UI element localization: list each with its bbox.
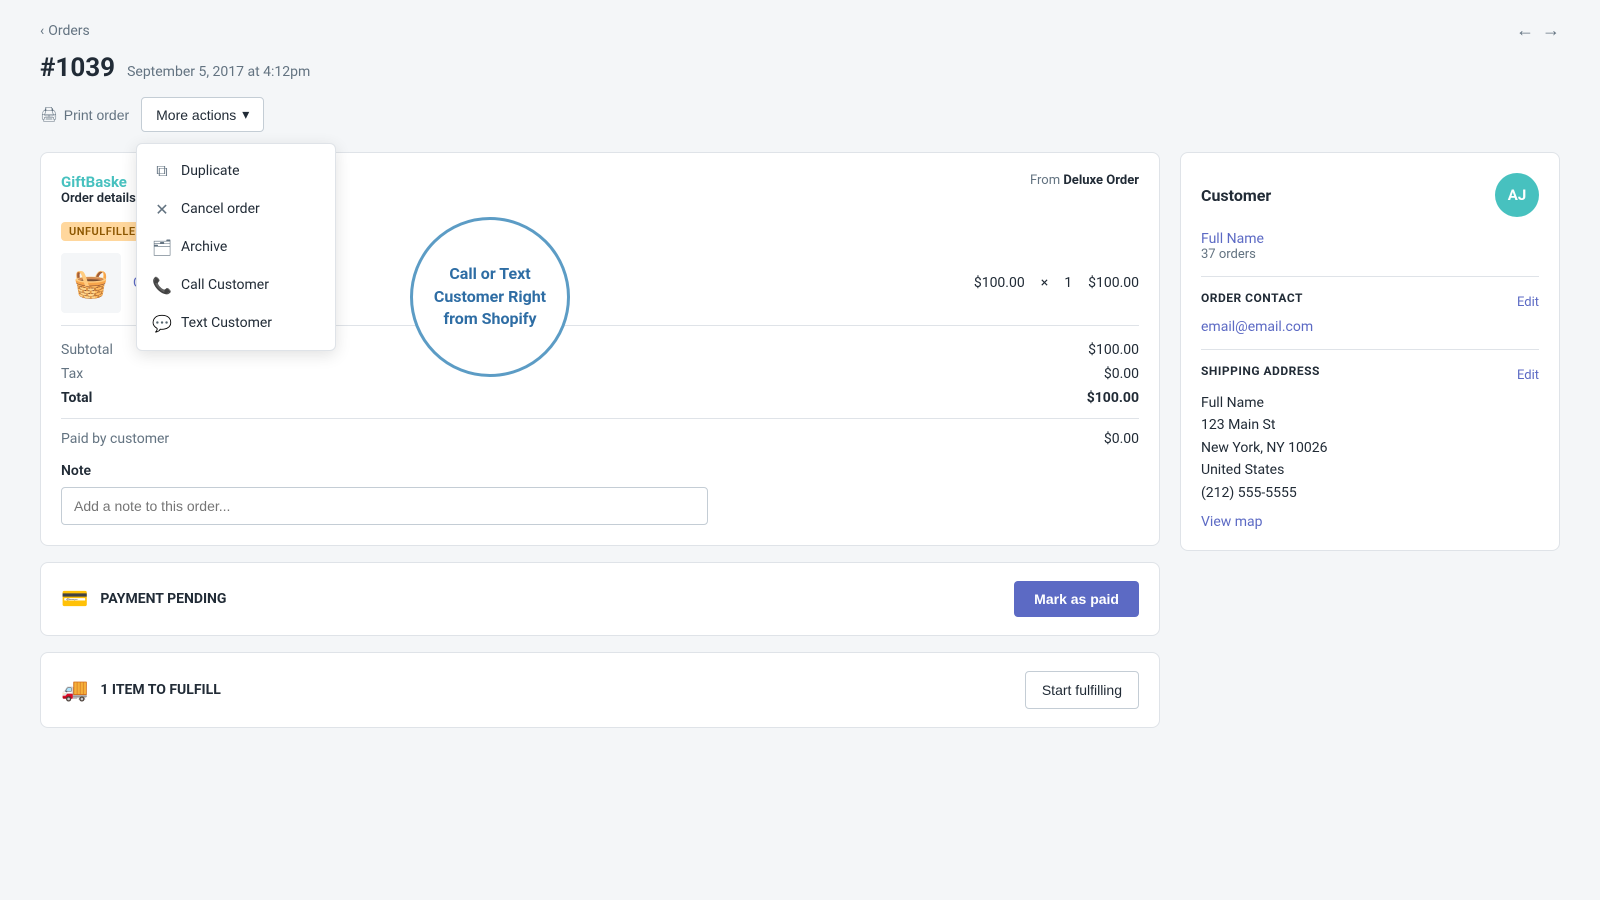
next-arrow[interactable]: → bbox=[1542, 20, 1560, 41]
customer-card: Customer AJ Full Name 37 orders ORDER CO… bbox=[1180, 152, 1560, 551]
view-map-link[interactable]: View map bbox=[1201, 514, 1539, 530]
back-arrow-icon: ‹ bbox=[40, 23, 44, 39]
action-bar: 🖨 Print order More actions ▾ ⧉ Duplicate… bbox=[40, 97, 1560, 132]
contact-email[interactable]: email@email.com bbox=[1201, 319, 1539, 335]
prev-arrow[interactable]: ← bbox=[1516, 20, 1534, 41]
note-label: Note bbox=[61, 463, 1139, 479]
product-image: 🧺 bbox=[61, 253, 121, 313]
order-header: #1039 September 5, 2017 at 4:12pm bbox=[40, 53, 1560, 83]
order-from: From Deluxe Order bbox=[1030, 173, 1139, 188]
back-link[interactable]: ‹ Orders bbox=[40, 23, 90, 39]
note-input[interactable] bbox=[61, 487, 708, 525]
subtotal-value: $100.00 bbox=[1088, 342, 1139, 358]
cancel-label: Cancel order bbox=[181, 201, 260, 217]
shipping-address-title: SHIPPING ADDRESS bbox=[1201, 364, 1320, 378]
order-number: #1039 bbox=[40, 53, 115, 83]
customer-orders: 37 orders bbox=[1201, 247, 1539, 262]
dropdown-item-duplicate[interactable]: ⧉ Duplicate bbox=[137, 152, 335, 190]
payment-label: PAYMENT PENDING bbox=[100, 591, 226, 607]
paid-value: $0.00 bbox=[1104, 431, 1139, 447]
fulfill-label: 1 ITEM TO FULFILL bbox=[100, 682, 220, 698]
credit-card-icon: 💳 bbox=[61, 587, 88, 612]
callout-circle: Call or Text Customer Right from Shopify bbox=[410, 217, 570, 377]
shipping-edit-link[interactable]: Edit bbox=[1517, 368, 1539, 383]
address-line4: United States bbox=[1201, 459, 1539, 481]
tax-row: Tax $0.00 bbox=[61, 366, 1139, 382]
cancel-icon: ✕ bbox=[153, 200, 171, 218]
product-quantity: 1 bbox=[1064, 275, 1072, 291]
order-contact-section: ORDER CONTACT Edit bbox=[1201, 291, 1539, 313]
more-actions-dropdown: ⧉ Duplicate ✕ Cancel order 🗂 Archive 📞 C… bbox=[136, 143, 336, 351]
tax-value: $0.00 bbox=[1104, 366, 1139, 382]
shipping-address-section: SHIPPING ADDRESS Edit bbox=[1201, 364, 1539, 386]
product-line-total: $100.00 bbox=[1088, 275, 1139, 291]
address-line2: 123 Main St bbox=[1201, 414, 1539, 436]
text-label: Text Customer bbox=[181, 315, 272, 331]
fulfill-left: 🚚 1 ITEM TO FULFILL bbox=[61, 678, 221, 703]
dropdown-item-archive[interactable]: 🗂 Archive bbox=[137, 228, 335, 266]
dropdown-item-text[interactable]: 💬 Text Customer bbox=[137, 304, 335, 342]
dropdown-item-call[interactable]: 📞 Call Customer bbox=[137, 266, 335, 304]
avatar: AJ bbox=[1495, 173, 1539, 217]
paid-row: Paid by customer $0.00 bbox=[61, 431, 1139, 447]
customer-header: Customer AJ bbox=[1201, 173, 1539, 217]
payment-left: 💳 PAYMENT PENDING bbox=[61, 587, 226, 612]
chevron-down-icon: ▾ bbox=[242, 106, 249, 123]
store-sub: Order details bbox=[61, 191, 136, 206]
more-actions-button[interactable]: More actions ▾ bbox=[141, 97, 264, 132]
print-label: Print order bbox=[64, 107, 129, 123]
total-value: $100.00 bbox=[1087, 390, 1139, 406]
multiply-symbol: × bbox=[1041, 275, 1048, 291]
mark-paid-button[interactable]: Mark as paid bbox=[1014, 581, 1139, 617]
printer-icon: 🖨 bbox=[40, 106, 58, 123]
archive-icon: 🗂 bbox=[153, 238, 171, 256]
start-fulfilling-button[interactable]: Start fulfilling bbox=[1025, 671, 1139, 709]
note-section: Note bbox=[61, 463, 1139, 525]
dropdown-item-cancel[interactable]: ✕ Cancel order bbox=[137, 190, 335, 228]
order-from-value: Deluxe Order bbox=[1063, 173, 1139, 188]
total-label: Total bbox=[61, 390, 92, 406]
nav-arrows: ← → bbox=[1516, 20, 1560, 41]
top-nav: ‹ Orders ← → bbox=[40, 20, 1560, 41]
subtotal-label: Subtotal bbox=[61, 342, 113, 358]
customer-title: Customer bbox=[1201, 186, 1271, 205]
contact-edit-link[interactable]: Edit bbox=[1517, 295, 1539, 310]
tax-label: Tax bbox=[61, 366, 83, 382]
back-label: Orders bbox=[48, 23, 90, 39]
duplicate-icon: ⧉ bbox=[153, 162, 171, 180]
customer-name-link[interactable]: Full Name bbox=[1201, 231, 1539, 247]
total-row: Total $100.00 bbox=[61, 390, 1139, 406]
store-name: GiftBaske bbox=[61, 173, 136, 191]
order-date: September 5, 2017 at 4:12pm bbox=[127, 64, 310, 80]
paid-label: Paid by customer bbox=[61, 431, 169, 447]
fulfill-card: 🚚 1 ITEM TO FULFILL Start fulfilling bbox=[40, 652, 1160, 728]
address-line5: (212) 555-5555 bbox=[1201, 482, 1539, 504]
callout-text: Call or Text Customer Right from Shopify bbox=[413, 253, 567, 340]
truck-icon: 🚚 bbox=[61, 678, 88, 703]
product-price: $100.00 bbox=[974, 275, 1025, 291]
address-line1: Full Name bbox=[1201, 392, 1539, 414]
payment-card: 💳 PAYMENT PENDING Mark as paid bbox=[40, 562, 1160, 636]
call-icon: 📞 bbox=[153, 276, 171, 294]
duplicate-label: Duplicate bbox=[181, 163, 240, 179]
address-line3: New York, NY 10026 bbox=[1201, 437, 1539, 459]
order-contact-title: ORDER CONTACT bbox=[1201, 291, 1303, 305]
store-info: GiftBaske Order details bbox=[61, 173, 136, 206]
call-label: Call Customer bbox=[181, 277, 269, 293]
right-column: Customer AJ Full Name 37 orders ORDER CO… bbox=[1180, 152, 1560, 728]
text-icon: 💬 bbox=[153, 314, 171, 332]
print-button[interactable]: 🖨 Print order bbox=[40, 106, 129, 123]
shipping-address: Full Name 123 Main St New York, NY 10026… bbox=[1201, 392, 1539, 504]
more-actions-label: More actions bbox=[156, 107, 236, 123]
archive-label: Archive bbox=[181, 239, 227, 255]
